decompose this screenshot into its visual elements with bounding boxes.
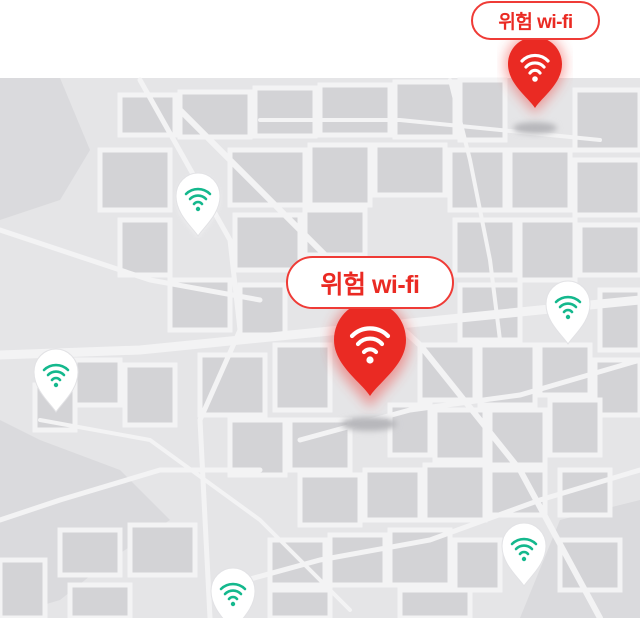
safe-wifi-marker[interactable] <box>173 170 223 243</box>
risk-wifi-marker[interactable] <box>320 290 420 419</box>
wifi-icon <box>210 567 256 618</box>
risk-wifi-label: 위험 wi-fi <box>286 256 454 309</box>
risk-wifi-label: 위험 wi-fi <box>471 1 600 40</box>
safe-wifi-marker[interactable] <box>499 520 549 593</box>
map-screen: 위험 wi-fi 위험 wi-fi <box>0 0 640 618</box>
wifi-icon <box>501 522 547 587</box>
wifi-icon <box>505 34 565 114</box>
safe-wifi-marker[interactable] <box>543 278 593 351</box>
wifi-icon <box>545 280 591 345</box>
wifi-icon <box>33 348 79 413</box>
safe-wifi-marker[interactable] <box>31 346 81 419</box>
wifi-icon <box>175 172 221 238</box>
safe-wifi-marker[interactable] <box>208 565 258 618</box>
marker-shadow <box>341 417 397 431</box>
risk-wifi-marker[interactable] <box>497 28 573 125</box>
